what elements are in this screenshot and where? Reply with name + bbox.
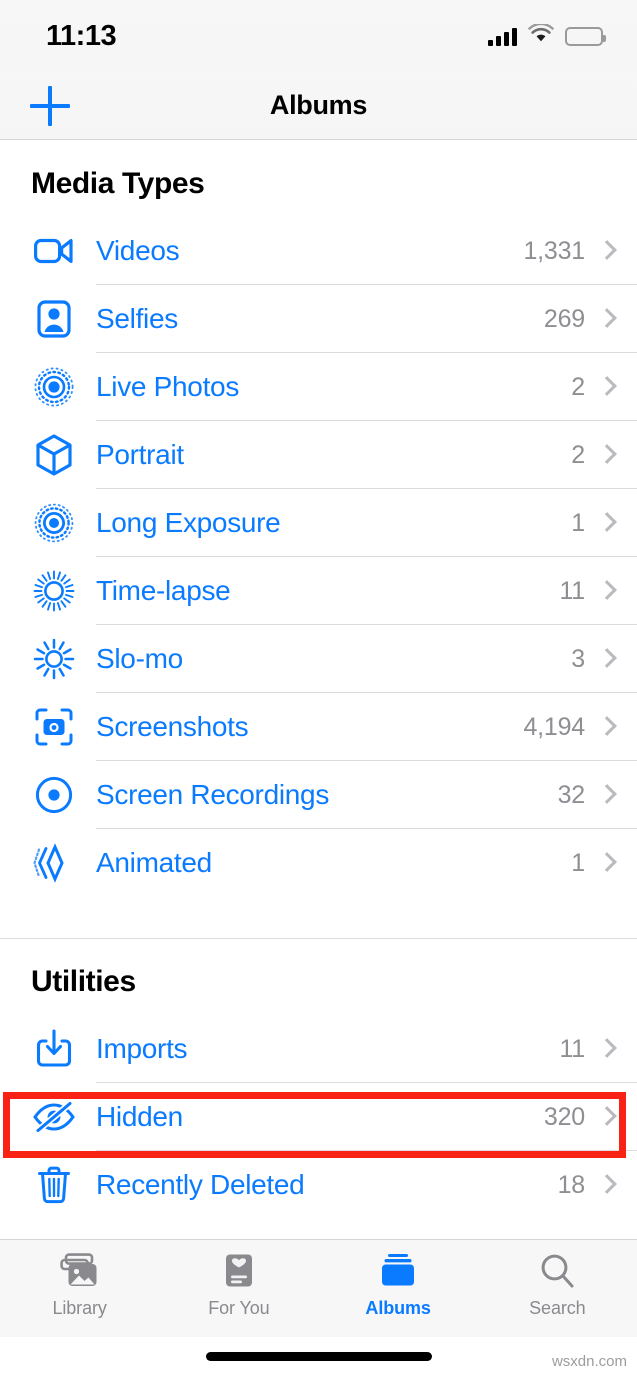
cellular-bars-icon <box>488 26 517 46</box>
tab-albums[interactable]: Albums <box>319 1240 478 1338</box>
row-label: Videos <box>96 235 180 266</box>
tab-for-you[interactable]: For You <box>159 1240 318 1338</box>
row-long-exposure[interactable]: Long Exposure 1 <box>0 489 637 557</box>
tab-label: Albums <box>365 1298 431 1318</box>
row-selfies[interactable]: Selfies 269 <box>0 285 637 353</box>
row-screenshots[interactable]: Screenshots 4,194 <box>0 693 637 761</box>
row-count: 18 <box>557 1170 586 1199</box>
heart-card-icon <box>221 1251 257 1291</box>
video-camera-icon <box>31 228 77 274</box>
status-bar-icons <box>488 22 606 48</box>
chevron-right-icon <box>599 580 611 602</box>
row-count: 32 <box>557 780 586 809</box>
row-label: Screen Recordings <box>96 779 330 810</box>
photos-albums-screen: 11:13 Albums Media Types Videos 1,331 Se… <box>0 0 637 1378</box>
row-label: Slo-mo <box>96 643 183 674</box>
row-live-photos[interactable]: Live Photos 2 <box>0 353 637 421</box>
row-animated[interactable]: Animated 1 <box>0 829 637 897</box>
tab-bar: Library For You Albums Search <box>0 1239 637 1337</box>
chevron-right-icon <box>599 1106 611 1128</box>
chevron-right-icon <box>599 784 611 806</box>
import-tray-icon <box>31 1026 77 1072</box>
section-header-media-types: Media Types <box>31 167 205 200</box>
battery-icon <box>565 26 606 46</box>
long-exposure-icon <box>31 500 77 546</box>
row-label: Portrait <box>96 439 184 470</box>
row-count: 11 <box>559 576 585 605</box>
wifi-icon <box>528 22 554 48</box>
magnifier-icon <box>538 1251 576 1291</box>
animated-diamond-icon <box>31 840 77 886</box>
chevron-right-icon <box>599 376 611 398</box>
row-portrait[interactable]: Portrait 2 <box>0 421 637 489</box>
row-count: 11 <box>559 1034 585 1063</box>
trash-icon <box>31 1162 77 1208</box>
portrait-cube-icon <box>31 432 77 478</box>
albums-list[interactable]: Media Types Videos 1,331 Selfies 269 Liv… <box>0 141 637 1239</box>
page-title: Albums <box>269 90 368 120</box>
row-label: Long Exposure <box>96 507 281 538</box>
chevron-right-icon <box>599 308 611 330</box>
row-hidden[interactable]: Hidden 320 <box>0 1083 637 1151</box>
row-label: Hidden <box>96 1101 183 1132</box>
row-label: Time-lapse <box>96 575 231 606</box>
screenshot-camera-icon <box>31 704 77 750</box>
row-label: Selfies <box>96 303 178 334</box>
tab-label: For You <box>208 1298 270 1318</box>
row-count: 320 <box>543 1102 585 1131</box>
row-imports[interactable]: Imports 11 <box>0 1015 637 1083</box>
status-bar-clock: 11:13 <box>46 19 117 52</box>
chevron-right-icon <box>599 852 611 874</box>
row-count: 3 <box>571 644 585 673</box>
live-photo-icon <box>31 364 77 410</box>
row-count: 1 <box>571 508 585 537</box>
timelapse-burst-icon <box>31 568 77 614</box>
row-recently-deleted[interactable]: Recently Deleted 18 <box>0 1151 637 1219</box>
row-label: Recently Deleted <box>96 1169 305 1200</box>
watermark: wsxdn.com <box>551 1353 627 1370</box>
slomo-burst-icon <box>31 636 77 682</box>
navigation-bar: Albums <box>0 72 637 140</box>
row-label: Imports <box>96 1033 188 1064</box>
row-time-lapse[interactable]: Time-lapse 11 <box>0 557 637 625</box>
selfie-person-icon <box>31 296 77 342</box>
section-header-utilities: Utilities <box>31 965 136 998</box>
row-count: 4,194 <box>523 712 585 741</box>
screen-recording-icon <box>31 772 77 818</box>
row-screen-recordings[interactable]: Screen Recordings 32 <box>0 761 637 829</box>
chevron-right-icon <box>599 240 611 262</box>
albums-stack-icon <box>378 1251 418 1291</box>
chevron-right-icon <box>599 1174 611 1196</box>
photo-stack-icon <box>59 1251 101 1291</box>
row-slo-mo[interactable]: Slo-mo 3 <box>0 625 637 693</box>
row-label: Animated <box>96 847 212 878</box>
home-indicator[interactable] <box>205 1352 432 1361</box>
row-count: 269 <box>543 304 585 333</box>
row-videos[interactable]: Videos 1,331 <box>0 217 637 285</box>
chevron-right-icon <box>599 1038 611 1060</box>
row-count: 2 <box>571 372 585 401</box>
add-album-button[interactable] <box>30 85 70 126</box>
tab-search[interactable]: Search <box>478 1240 637 1338</box>
tab-label: Search <box>529 1298 586 1318</box>
status-bar: 11:13 <box>0 0 637 72</box>
chevron-right-icon <box>599 716 611 738</box>
row-count: 1,331 <box>523 236 585 265</box>
row-label: Live Photos <box>96 371 240 402</box>
tab-library[interactable]: Library <box>0 1240 159 1338</box>
chevron-right-icon <box>599 512 611 534</box>
row-count: 2 <box>571 440 585 469</box>
chevron-right-icon <box>599 444 611 466</box>
eye-slash-icon <box>31 1094 77 1140</box>
row-label: Screenshots <box>96 711 249 742</box>
chevron-right-icon <box>599 648 611 670</box>
tab-label: Library <box>52 1298 107 1318</box>
row-count: 1 <box>571 848 585 877</box>
